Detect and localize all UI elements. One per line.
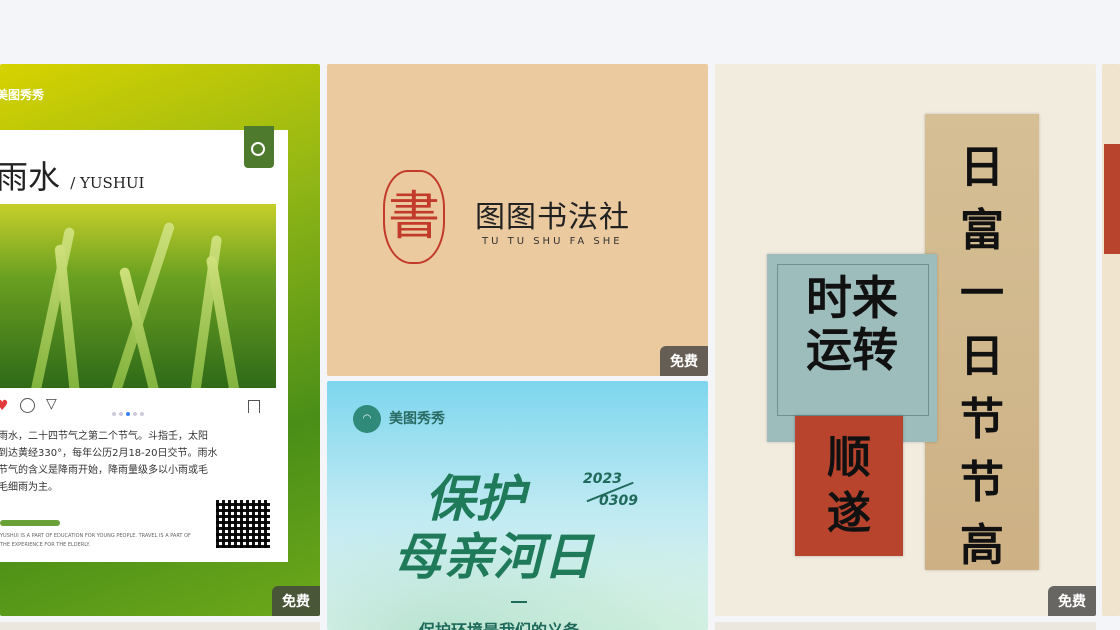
- headline-line-2: 母亲河日: [393, 527, 593, 586]
- date-year: 2023: [583, 471, 622, 487]
- subtitle: 保护环境是我们的义务: [419, 617, 579, 630]
- red-stamp: [1104, 144, 1120, 254]
- blue-panel: 时来 运转: [767, 254, 937, 442]
- bookmark-icon: [248, 400, 260, 413]
- next-row-card: [715, 622, 1096, 630]
- char-line: 富: [960, 205, 1004, 256]
- top-bar: [0, 0, 1120, 64]
- char-line: 时来: [806, 271, 898, 325]
- brand-label: 美图秀秀: [0, 88, 45, 102]
- vertical-blessing: 日富一日节节高: [925, 136, 1039, 577]
- next-row-card: [0, 622, 320, 630]
- free-badge: 免费: [660, 346, 708, 376]
- comment-icon: [20, 398, 35, 413]
- calligraphy-seal-logo: 書: [383, 170, 445, 264]
- send-icon: ▽: [46, 396, 57, 412]
- title-cn: 雨水: [0, 158, 61, 196]
- brand-label: 美图秀秀: [389, 411, 445, 427]
- fine-print: YUSHUI IS A PART OF EDUCATION FOR YOUNG …: [0, 533, 191, 548]
- template-card-calligraphy[interactable]: 書 图图书法社 TU TU SHU FA SHE 免费: [327, 64, 708, 376]
- body-line: 毛细雨为主。: [0, 482, 58, 493]
- char-line: 高: [960, 520, 1004, 571]
- meitu-logo-icon: ◠: [353, 405, 381, 433]
- char-line: 日: [960, 142, 1004, 193]
- wheat-photo: [0, 204, 276, 388]
- char-line: 节: [960, 457, 1004, 508]
- poster-body: 雨水，二十四节气之第二个节气。斗指壬，太阳 到达黄经330°，每年公历2月18-…: [0, 428, 258, 496]
- char-line: 日: [960, 331, 1004, 382]
- template-card-wishes[interactable]: 日富一日节节高 时来 运转 顺遂 免费: [715, 64, 1096, 616]
- blue-panel-text: 时来 运转: [767, 272, 937, 376]
- date-day: 0309: [599, 493, 638, 509]
- char-line: 一: [960, 268, 1004, 319]
- template-card-yushui[interactable]: 美图秀秀 雨水 / YUSHUI ♥ ▽ 雨水，二十四节气之第二个节气。斗指壬，…: [0, 64, 320, 616]
- red-panel-text: 顺遂: [795, 430, 903, 542]
- raindrop-tag-icon: [244, 126, 274, 168]
- qr-code-icon: [216, 500, 270, 548]
- free-badge: 免费: [1048, 586, 1096, 616]
- template-card-partial[interactable]: [1102, 64, 1120, 616]
- social-icons: ♥ ▽: [0, 396, 280, 416]
- body-line: 雨水，二十四节气之第二个节气。斗指壬，太阳: [0, 431, 208, 442]
- green-bar: [0, 520, 60, 526]
- divider-dash: [511, 601, 527, 603]
- title-en: / YUSHUI: [70, 174, 145, 192]
- body-line: 到达黄经330°，每年公历2月18-20日交节。雨水: [0, 448, 218, 459]
- body-line: 节气的含义是降雨开始，降雨量级多以小雨或毛: [0, 465, 208, 476]
- heart-icon: ♥: [0, 398, 9, 414]
- red-panel: 顺遂: [795, 416, 903, 556]
- vertical-scroll-strip: 日富一日节节高: [925, 114, 1039, 571]
- society-pinyin: TU TU SHU FA SHE: [482, 236, 623, 247]
- free-badge: 免费: [272, 586, 320, 616]
- char-line: 运转: [806, 323, 898, 377]
- char-line: 遂: [827, 488, 871, 539]
- poster-title: 雨水 / YUSHUI: [0, 152, 144, 198]
- template-card-river-day[interactable]: ◠ 美图秀秀 保护 母亲河日 2023 0309 保护环境是我们的义务: [327, 381, 708, 630]
- carousel-dots: [112, 404, 147, 420]
- society-name: 图图书法社: [475, 200, 630, 235]
- char-line: 顺: [827, 432, 871, 483]
- char-line: 节: [960, 394, 1004, 445]
